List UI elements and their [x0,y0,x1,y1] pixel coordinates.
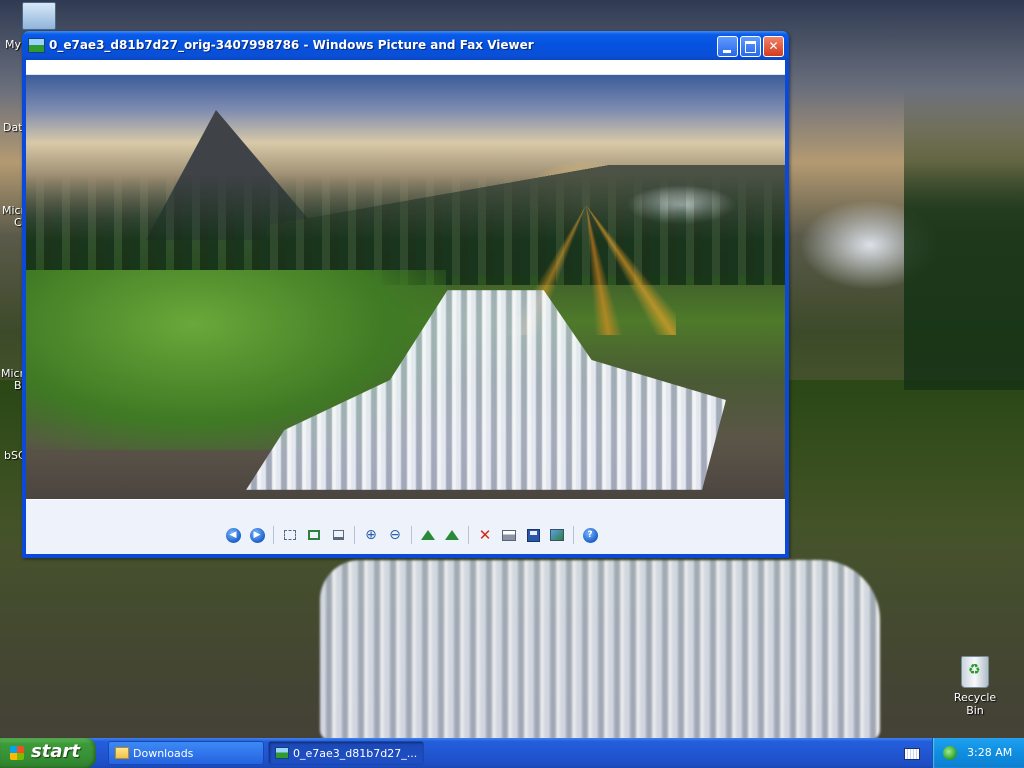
taskbar: start Downloads 0_e7ae3_d81b7d27_... 3:2… [0,738,1024,768]
help-button[interactable]: ? [580,525,600,545]
slideshow-button[interactable] [328,525,348,545]
picture-viewer-icon [275,747,289,759]
taskbar-item-picture-viewer[interactable]: 0_e7ae3_d81b7d27_... [268,741,424,765]
toolbar-separator [468,526,469,544]
network-icon[interactable] [943,746,957,760]
rotate-counterclockwise-icon [445,530,459,540]
toolbar-separator [273,526,274,544]
previous-image-icon: ◀ [225,527,241,543]
rotate-counterclockwise-button[interactable] [442,525,462,545]
wallpaper-waterfall [320,560,880,738]
folder-icon [115,747,129,759]
close-button[interactable] [763,36,784,57]
start-button[interactable]: start [0,738,96,768]
recycle-bin-icon[interactable] [961,656,989,688]
picture-viewer-icon[interactable] [28,38,45,53]
toolbar-separator [573,526,574,544]
print-icon [502,529,516,541]
viewer-top-strip [26,60,785,75]
best-fit-icon [284,530,296,540]
keyboard-layout-icon[interactable] [904,748,920,760]
best-fit-button[interactable] [280,525,300,545]
toolbar-separator [354,526,355,544]
help-icon: ? [582,527,598,543]
start-label: start [31,741,80,762]
slideshow-icon [332,530,344,540]
zoom-out-button[interactable]: ⊖ [385,525,405,545]
print-button[interactable] [499,525,519,545]
recycle-bin[interactable]: Recycle Bin [944,656,1006,717]
rotate-clockwise-icon [421,530,435,540]
minimize-button[interactable] [717,36,738,57]
wallpaper-pines [904,90,1024,390]
zoom-out-icon: ⊖ [389,527,401,543]
desktop-icon-label-2[interactable]: Dat [3,121,23,134]
next-image-button[interactable]: ▶ [247,525,267,545]
desktop-icon-label-my-computer[interactable]: My [5,38,21,51]
taskbar-item-label: 0_e7ae3_d81b7d27_... [293,747,418,760]
recycle-bin-label[interactable]: Recycle Bin [954,691,996,717]
picture-viewer-window: 0_e7ae3_d81b7d27_orig-3407998786 - Windo… [22,31,789,558]
displayed-image[interactable] [26,75,785,499]
edit-image-button[interactable] [547,525,567,545]
taskbar-item-label: Downloads [133,747,194,760]
desktop-icon-label-3b[interactable]: C [14,216,22,229]
viewer-toolbar: ◀ ▶ ⊕ ⊖ ✕ ? [26,500,785,554]
system-tray: 3:28 AM [932,738,1024,768]
toolbar-buttons: ◀ ▶ ⊕ ⊖ ✕ ? [221,525,602,545]
next-image-icon: ▶ [249,527,265,543]
maximize-button[interactable] [740,36,761,57]
my-computer-icon[interactable] [22,2,56,30]
window-titlebar[interactable]: 0_e7ae3_d81b7d27_orig-3407998786 - Windo… [22,31,789,60]
edit-image-icon [550,529,564,541]
taskbar-item-downloads[interactable]: Downloads [108,741,264,765]
zoom-in-button[interactable]: ⊕ [361,525,381,545]
delete-icon: ✕ [478,525,492,544]
save-icon [526,528,540,542]
windows-logo-icon [10,746,24,760]
delete-button[interactable]: ✕ [475,525,495,545]
desktop-icon-label-4b[interactable]: B [14,379,22,392]
previous-image-button[interactable]: ◀ [223,525,243,545]
save-button[interactable] [523,525,543,545]
toolbar-separator [411,526,412,544]
window-client-area: ◀ ▶ ⊕ ⊖ ✕ ? [26,60,785,554]
rotate-clockwise-button[interactable] [418,525,438,545]
clock[interactable]: 3:28 AM [967,746,1012,759]
actual-size-button[interactable] [304,525,324,545]
zoom-in-icon: ⊕ [365,527,377,543]
window-title: 0_e7ae3_d81b7d27_orig-3407998786 - Windo… [49,38,534,52]
actual-size-icon [308,530,320,540]
